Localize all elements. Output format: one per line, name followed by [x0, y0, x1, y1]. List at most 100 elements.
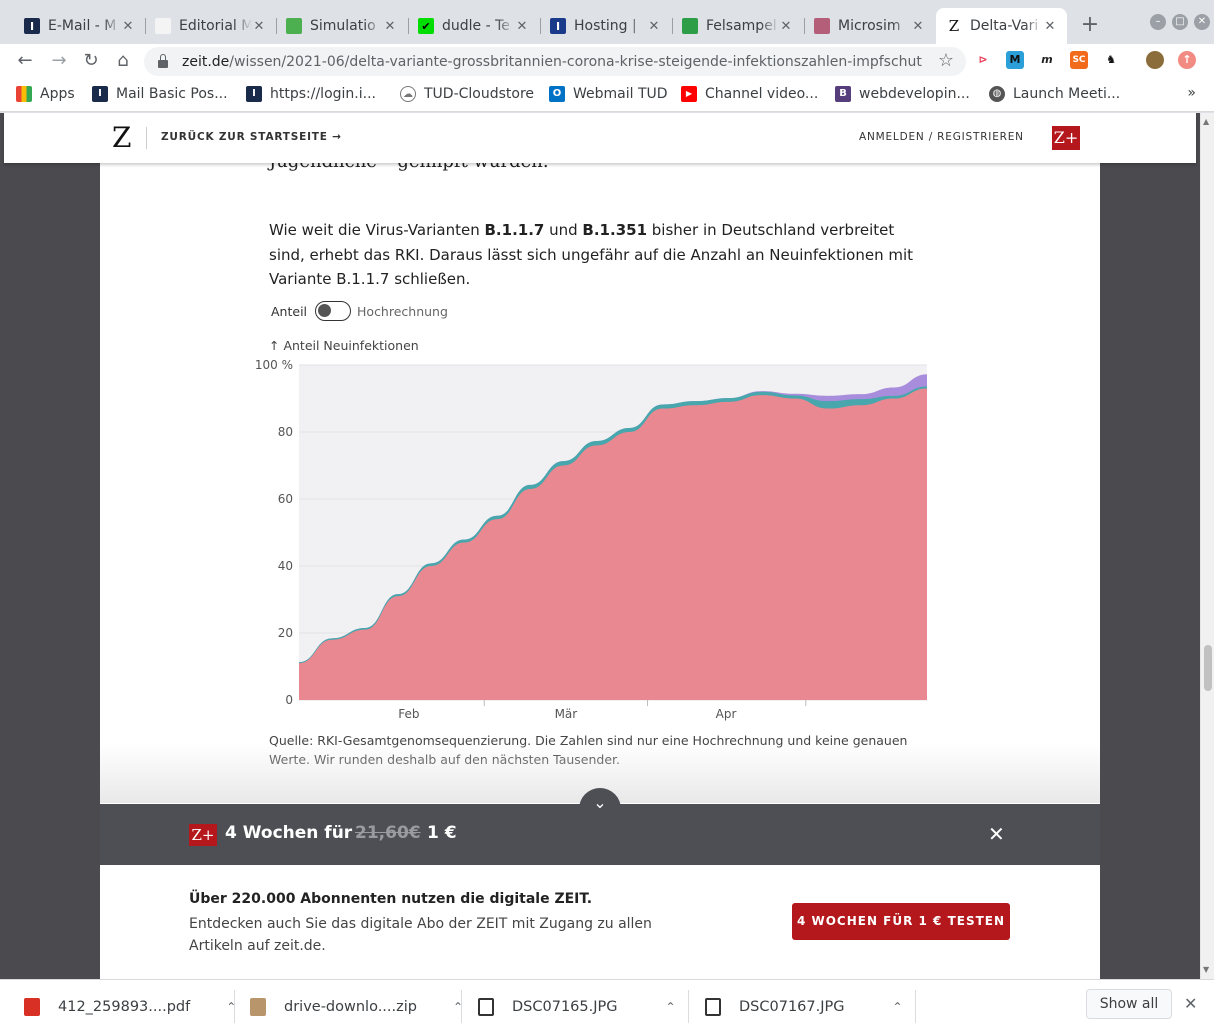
bookmark-login[interactable]: I https://login.i...	[246, 84, 376, 104]
download-item[interactable]: drive-downlo....zip ⌃	[250, 980, 463, 1032]
tab-1[interactable]: I E-Mail - M ✕	[14, 8, 145, 44]
tab-title: Hosting |	[574, 18, 637, 34]
close-icon[interactable]: ✕	[383, 19, 397, 34]
download-shelf: 412_259893....pdf ⌃ drive-downlo....zip …	[0, 979, 1214, 1032]
page-scrollbar[interactable]: ▲ ▼	[1200, 113, 1214, 979]
y-tick-label: 100 %	[255, 358, 293, 372]
bookmark-cloudstore[interactable]: ☁ TUD-Cloudstore	[400, 84, 534, 104]
extension-foot-icon[interactable]: ♞	[1102, 51, 1120, 69]
paywall-description: Entdecken auch Sie das digitale Abo der …	[189, 916, 652, 954]
window-close-icon[interactable]: ✕	[1194, 14, 1210, 30]
close-icon[interactable]: ✕	[1043, 19, 1057, 34]
close-icon[interactable]: ✕	[121, 19, 135, 34]
tab-favicon	[814, 18, 830, 34]
variant-share-area-chart: 0 20 40 60 80 100 % Feb Mär Apr	[255, 358, 927, 721]
bookmarks-overflow-icon[interactable]: »	[1187, 85, 1196, 101]
close-icon[interactable]: ✕	[911, 19, 925, 34]
close-icon[interactable]: ✕	[779, 19, 793, 34]
extension-cast-icon[interactable]: ⊳	[974, 51, 992, 69]
bookmark-label: Launch Meeti...	[1013, 86, 1121, 102]
close-icon[interactable]: ✕	[252, 19, 266, 34]
minimize-icon[interactable]: –	[1150, 14, 1166, 30]
login-register-link[interactable]: ANMELDEN / REGISTRIEREN	[859, 131, 1024, 143]
extension-up-icon[interactable]: ↑	[1178, 51, 1196, 69]
zplus-logo[interactable]: Z+	[1052, 126, 1080, 150]
bookmark-star-icon[interactable]: ☆	[938, 50, 954, 71]
scrollbar-thumb[interactable]	[1204, 645, 1212, 691]
download-item[interactable]: 412_259893....pdf ⌃	[24, 980, 236, 1032]
chevron-up-icon[interactable]: ⌃	[666, 1000, 676, 1014]
bootstrap-icon: B	[835, 86, 851, 102]
chevron-down-icon[interactable]: ⌄	[579, 788, 621, 830]
divider	[461, 990, 462, 1023]
y-tick-label: 40	[278, 559, 293, 573]
zeit-header: Z ZURÜCK ZUR STARTSEITE → ANMELDEN / REG…	[4, 113, 1196, 163]
tab-title: dudle - Te	[442, 18, 510, 34]
close-icon[interactable]: ✕	[647, 19, 661, 34]
new-tab-button[interactable]: +	[1078, 14, 1102, 38]
institution-icon: I	[92, 86, 108, 102]
divider	[234, 990, 235, 1023]
tab-8-active[interactable]: Z Delta-Vari ✕	[936, 8, 1067, 44]
chevron-up-icon[interactable]: ⌃	[893, 1000, 903, 1014]
close-icon[interactable]: ✕	[1184, 994, 1197, 1013]
profile-avatar[interactable]	[1146, 51, 1164, 69]
address-bar[interactable]: zeit.de/wissen/2021-06/delta-variante-gr…	[144, 47, 966, 76]
scroll-up-icon[interactable]: ▲	[1203, 117, 1209, 126]
bookmark-label: Webmail TUD	[573, 86, 668, 102]
tab-favicon: Z	[946, 17, 962, 35]
y-tick-label: 60	[278, 492, 293, 506]
bookmark-webdev[interactable]: B webdevelopin...	[835, 84, 970, 104]
tab-title: E-Mail - M	[48, 18, 117, 34]
download-filename: DSC07167.JPG	[739, 998, 845, 1015]
tab-favicon: I	[24, 18, 40, 34]
page-viewport: Z ZURÜCK ZUR STARTSEITE → ANMELDEN / REG…	[0, 113, 1200, 979]
divider	[915, 990, 916, 1023]
tab-4[interactable]: ✔ dudle - Te ✕	[408, 8, 539, 44]
close-icon[interactable]: ✕	[988, 822, 1005, 846]
bookmarks-bar: Apps I Mail Basic Pos... I https://login…	[0, 78, 1214, 112]
tab-7[interactable]: Microsim ✕	[804, 8, 935, 44]
extension-m-italic-icon[interactable]: m	[1038, 51, 1056, 69]
home-icon[interactable]: ⌂	[110, 48, 136, 74]
download-filename: drive-downlo....zip	[284, 998, 417, 1015]
x-tick-label: Apr	[716, 707, 737, 721]
bookmark-apps[interactable]: Apps	[16, 84, 75, 104]
forward-arrow-icon[interactable]: →	[46, 48, 72, 74]
y-tick-label: 80	[278, 425, 293, 439]
outlook-icon: O	[549, 86, 565, 102]
download-item[interactable]: DSC07165.JPG ⌃	[478, 980, 676, 1032]
back-arrow-icon[interactable]: ←	[12, 48, 38, 74]
tab-title: Microsim	[838, 18, 901, 34]
bookmark-label: Channel video...	[705, 86, 819, 102]
image-file-icon	[478, 997, 494, 1016]
close-icon[interactable]: ✕	[515, 19, 529, 34]
tab-3[interactable]: Simulatio ✕	[276, 8, 407, 44]
tab-favicon: ✔	[418, 18, 434, 34]
extension-sc-icon[interactable]: SC	[1070, 51, 1088, 69]
download-item[interactable]: DSC07167.JPG ⌃	[705, 980, 903, 1032]
bookmark-launch-meeting[interactable]: ◍ Launch Meeti...	[989, 84, 1120, 104]
zeit-logo[interactable]: Z	[112, 121, 131, 154]
extension-m-icon[interactable]: M	[1006, 51, 1024, 69]
lock-icon	[158, 53, 168, 68]
bookmark-webmail[interactable]: O Webmail TUD	[549, 84, 668, 104]
bookmark-mail-basic[interactable]: I Mail Basic Pos...	[92, 84, 228, 104]
toggle-switch[interactable]	[315, 301, 352, 321]
bookmark-youtube[interactable]: ▶ Channel video...	[681, 84, 818, 104]
tab-strip: I E-Mail - M ✕ Editorial M ✕ Simulatio ✕…	[0, 0, 1214, 44]
maximize-icon[interactable]: □	[1172, 14, 1188, 30]
y-tick-label: 0	[285, 693, 293, 707]
reload-icon[interactable]: ↻	[78, 48, 104, 74]
show-all-downloads-button[interactable]: Show all	[1086, 989, 1172, 1019]
tab-5[interactable]: I Hosting | ✕	[540, 8, 671, 44]
back-to-home-link[interactable]: ZURÜCK ZUR STARTSEITE →	[161, 131, 342, 143]
scroll-down-icon[interactable]: ▼	[1203, 965, 1209, 974]
tab-6[interactable]: Felsampel ✕	[672, 8, 803, 44]
bookmark-label: TUD-Cloudstore	[424, 86, 535, 102]
paywall-body: Über 220.000 Abonnenten nutzen die digit…	[100, 865, 1100, 979]
apps-grid-icon	[16, 86, 32, 102]
tab-2[interactable]: Editorial M ✕	[145, 8, 276, 44]
x-tick-label: Feb	[398, 707, 419, 721]
subscribe-button[interactable]: 4 WOCHEN FÜR 1 € TESTEN	[792, 903, 1010, 940]
